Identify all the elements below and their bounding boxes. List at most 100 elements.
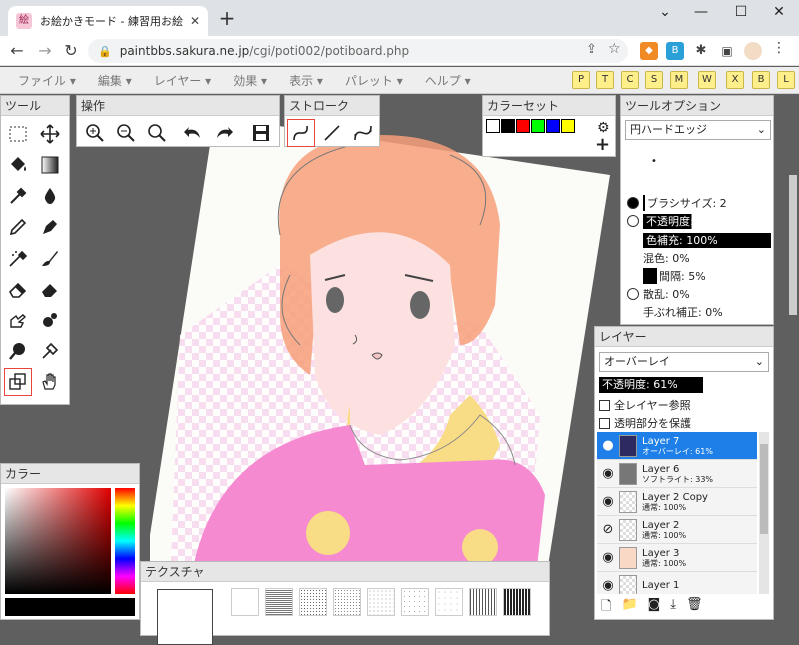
texture-swatch[interactable]: [401, 588, 429, 616]
blend-mode-select[interactable]: オーバーレイ ⌄: [599, 352, 769, 372]
add-color-icon[interactable]: +: [595, 136, 610, 154]
sidepanel-icon[interactable]: ▣: [718, 42, 736, 60]
panel-toggle-b[interactable]: B: [752, 71, 770, 89]
pencil-icon[interactable]: [4, 213, 32, 241]
texture-swatch[interactable]: [503, 588, 531, 616]
extensions-puzzle-icon[interactable]: ✱: [692, 42, 710, 60]
layer-item[interactable]: ◉ Layer 1: [597, 572, 757, 594]
gradient-icon[interactable]: [36, 151, 64, 179]
dodge-icon[interactable]: [4, 337, 32, 365]
brush-size-row[interactable]: ブラシサイズ: 2: [627, 194, 727, 212]
burn-icon[interactable]: [36, 337, 64, 365]
freehand-stroke-icon[interactable]: [287, 119, 315, 147]
airbrush-icon[interactable]: [4, 244, 32, 272]
blur-icon[interactable]: [36, 306, 64, 334]
fill-bucket-icon[interactable]: [4, 151, 32, 179]
colorset-swatch-blue[interactable]: [546, 119, 560, 133]
colorset-swatch-yellow[interactable]: [561, 119, 575, 133]
smudge-hand-icon[interactable]: [4, 306, 32, 334]
protect-alpha-checkbox[interactable]: [599, 417, 610, 429]
reload-icon[interactable]: ↻: [60, 40, 82, 62]
colorset-swatch-red[interactable]: [516, 119, 530, 133]
extension-bi-icon[interactable]: B: [666, 42, 684, 60]
extension-shield-icon[interactable]: ◆: [640, 42, 658, 60]
layer-mask-icon[interactable]: ◙: [648, 597, 661, 619]
interval-slider[interactable]: 間隔: 5%: [643, 267, 706, 285]
bezier-stroke-icon[interactable]: [349, 119, 377, 147]
options-scrollbar[interactable]: [789, 175, 797, 315]
profile-avatar[interactable]: [744, 42, 762, 60]
trash-icon[interactable]: 🗑: [686, 597, 703, 619]
zoom-in-icon[interactable]: [81, 119, 108, 147]
texture-swatch[interactable]: [333, 588, 361, 616]
scatter-row[interactable]: 散乱: 0%: [627, 285, 690, 303]
layer-item[interactable]: ● Layer 7 オーバーレイ: 61%: [597, 432, 757, 460]
texture-swatch[interactable]: [435, 588, 463, 616]
new-tab-icon[interactable]: +: [216, 8, 238, 30]
pen-icon[interactable]: [36, 213, 64, 241]
tab-close-icon[interactable]: ✕: [190, 14, 200, 28]
chevron-down-icon[interactable]: ⌄: [650, 4, 680, 24]
panel-toggle-s[interactable]: S: [645, 71, 663, 89]
save-icon[interactable]: [248, 119, 275, 147]
panel-toggle-w[interactable]: W: [698, 71, 716, 89]
more-menu-icon[interactable]: ⋮: [772, 40, 786, 56]
new-folder-icon[interactable]: 📁: [621, 597, 637, 619]
eye-icon[interactable]: ◉: [597, 494, 619, 509]
menu-palette[interactable]: パレット ▾: [345, 72, 403, 89]
ref-all-layers-checkbox[interactable]: [599, 399, 610, 411]
droplet-icon[interactable]: [36, 182, 64, 210]
panel-toggle-p[interactable]: P: [572, 71, 590, 89]
texture-swatch[interactable]: [469, 588, 497, 616]
layer-item[interactable]: ⊘ Layer 2 通常: 100%: [597, 516, 757, 544]
texture-swatch[interactable]: [265, 588, 293, 616]
layer-item[interactable]: ◉ Layer 6 ソフトライト: 33%: [597, 460, 757, 488]
back-icon[interactable]: ←: [6, 40, 28, 62]
panel-toggle-l[interactable]: L: [777, 71, 795, 89]
color-fill-slider[interactable]: 色補充: 100%: [643, 231, 771, 249]
eye-hidden-icon[interactable]: ⊘: [597, 522, 619, 537]
panel-toggle-t[interactable]: T: [596, 71, 614, 89]
brush-shape-select[interactable]: 円ハードエッジ ⌄: [625, 120, 771, 140]
bookmark-star-icon[interactable]: ☆: [608, 41, 621, 57]
layer-item[interactable]: ◉ Layer 3 通常: 100%: [597, 544, 757, 572]
brush-icon[interactable]: [36, 244, 64, 272]
eye-icon[interactable]: ◉: [597, 550, 619, 565]
layer-item[interactable]: ◉ Layer 2 Copy 通常: 100%: [597, 488, 757, 516]
redo-icon[interactable]: [210, 119, 237, 147]
new-layer-icon[interactable]: 🗋: [601, 597, 611, 619]
colorset-swatch-black[interactable]: [501, 119, 515, 133]
undo-icon[interactable]: [179, 119, 206, 147]
eye-icon[interactable]: ◉: [597, 578, 619, 593]
stabilizer-slider[interactable]: 手ぶれ補正: 0%: [643, 303, 723, 321]
zoom-100-icon[interactable]: [144, 119, 171, 147]
panel-toggle-x[interactable]: X: [726, 71, 744, 89]
move-icon[interactable]: [36, 120, 64, 148]
eyedropper-icon[interactable]: [4, 182, 32, 210]
window-close-icon[interactable]: ✕: [764, 4, 794, 24]
texture-swatch[interactable]: [299, 588, 327, 616]
maximize-icon[interactable]: ☐: [726, 4, 756, 24]
eraser-hard-icon[interactable]: [36, 275, 64, 303]
select-rect-icon[interactable]: [4, 120, 32, 148]
layer-opacity-slider[interactable]: 不透明度: 61%: [599, 377, 703, 393]
blend-slider[interactable]: 混色: 0%: [643, 249, 690, 267]
hue-slider[interactable]: [115, 488, 135, 594]
protect-alpha-row[interactable]: 透明部分を保護: [599, 415, 691, 431]
opacity-row[interactable]: 不透明度: 128: [627, 212, 722, 230]
ref-all-layers-row[interactable]: 全レイヤー参照: [599, 397, 691, 413]
layer-list-scrollbar[interactable]: [759, 432, 769, 594]
colorset-swatch-green[interactable]: [531, 119, 545, 133]
menu-edit[interactable]: 編集 ▾: [98, 72, 132, 89]
hand-pan-icon[interactable]: [36, 368, 64, 396]
menu-help[interactable]: ヘルプ ▾: [425, 72, 471, 89]
colorset-swatch-white[interactable]: [486, 119, 500, 133]
eraser-icon[interactable]: [4, 275, 32, 303]
texture-none[interactable]: [231, 588, 259, 616]
texture-swatch[interactable]: [367, 588, 395, 616]
eye-icon[interactable]: ●: [597, 438, 619, 453]
minimize-icon[interactable]: —: [686, 4, 716, 24]
browser-tab[interactable]: 絵 お絵かきモード - 練習用お絵かき掲示 ✕: [8, 6, 208, 36]
copy-layer-tool-icon[interactable]: [4, 368, 32, 396]
opacity-radio[interactable]: [627, 215, 639, 227]
